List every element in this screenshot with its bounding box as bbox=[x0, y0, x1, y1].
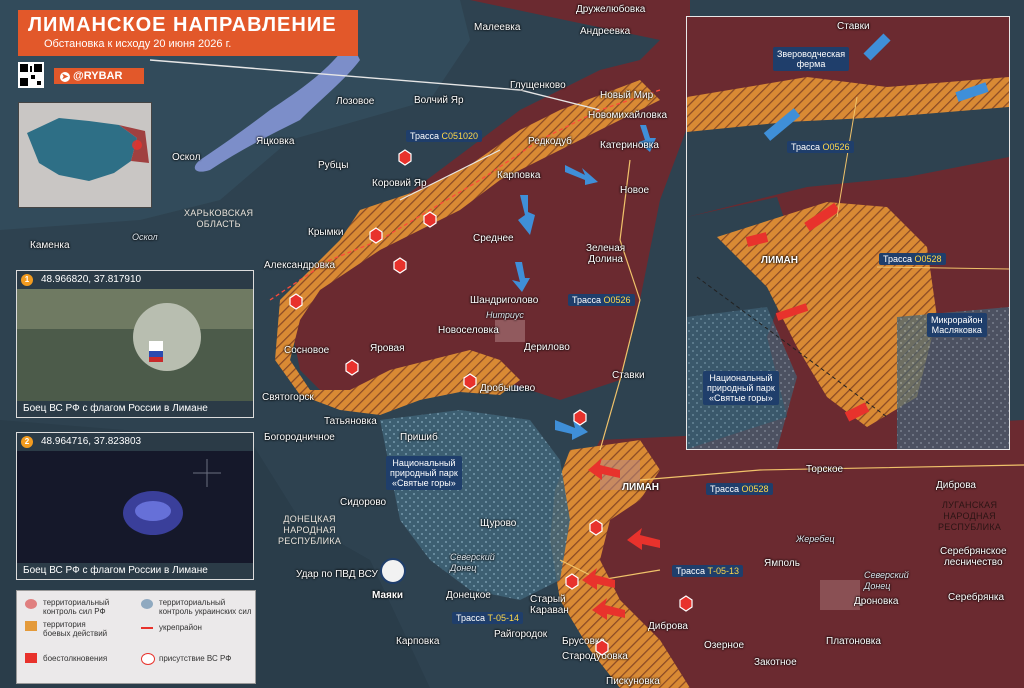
legend-ru-presence: присутствие ВС РФ bbox=[159, 654, 232, 663]
clash-icon bbox=[589, 519, 603, 536]
legend-contested-swatch bbox=[25, 621, 37, 631]
clash-icon bbox=[393, 257, 407, 274]
clash-icon bbox=[565, 573, 579, 590]
legend-clashes: боестолкновения bbox=[43, 654, 108, 663]
map-legend: территориальный контроль сил РФ территор… bbox=[16, 590, 256, 684]
legend-fortline: укрепрайон bbox=[159, 623, 202, 632]
legend-ru-swatch bbox=[25, 599, 37, 609]
clash-icon bbox=[345, 359, 359, 376]
clash-icon bbox=[595, 639, 609, 656]
clash-icon bbox=[369, 227, 383, 244]
clash-legend-icon bbox=[25, 653, 37, 663]
clash-icon bbox=[573, 409, 587, 426]
legend-fortline-swatch bbox=[141, 627, 153, 629]
clash-markers-layer bbox=[289, 149, 693, 656]
clash-icon bbox=[679, 595, 693, 612]
legend-ru-control: территориальный контроль сил РФ bbox=[43, 598, 110, 616]
clash-icon bbox=[423, 211, 437, 228]
legend-ua-control: территориальный контроль украинских сил bbox=[159, 598, 252, 616]
presence-legend-icon bbox=[141, 653, 155, 665]
clash-icon bbox=[289, 293, 303, 310]
legend-ua-swatch bbox=[141, 599, 153, 609]
legend-contested: территория боевых действий bbox=[43, 620, 108, 638]
clash-icon bbox=[398, 149, 412, 166]
clash-icon bbox=[463, 373, 477, 390]
